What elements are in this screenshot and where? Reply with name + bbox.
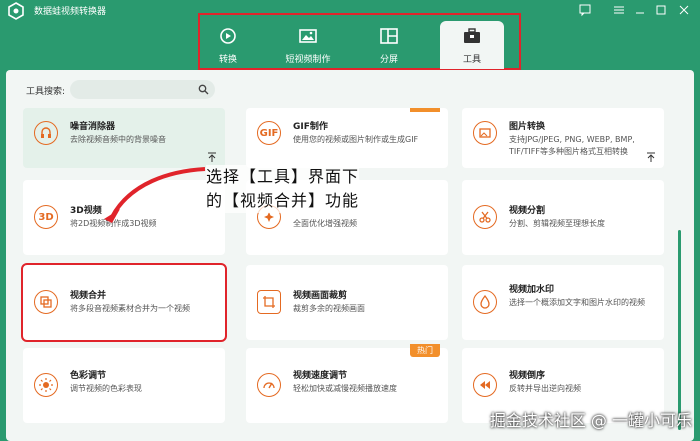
search-label: 工具搜索: <box>26 87 66 97</box>
maximize-icon[interactable] <box>654 3 668 17</box>
minimize-icon[interactable] <box>633 3 647 17</box>
tool-desc: 全面优化增强视频 <box>293 219 357 228</box>
annotation-text: 选择【工具】界面下 的【视频合并】功能 <box>206 165 360 213</box>
tab-label: 转换 <box>218 55 237 65</box>
annotation-line-1: 选择【工具】界面下 <box>206 165 360 189</box>
tool-title: 视频速度调节 <box>293 371 348 381</box>
tool-card-merge[interactable]: 视频合并 将多段音视频素材合并为一个视频 <box>21 263 227 342</box>
tool-title: GIF制作 <box>293 122 328 132</box>
tool-card-color[interactable]: 色彩调节 调节视频的色彩表现 <box>23 348 225 423</box>
crop-icon <box>257 290 281 314</box>
tab-tools[interactable]: 工具 <box>440 21 504 69</box>
tool-card-crop[interactable]: 视频画面裁剪 裁剪多余的视频画面 <box>246 265 448 340</box>
tool-desc: 选择一个概添加文字和图片水印的视频 <box>509 298 645 307</box>
image-icon <box>299 29 317 43</box>
3d-icon: 3D <box>34 205 58 229</box>
tab-short-video[interactable]: 短视频制作 <box>276 21 340 69</box>
close-icon[interactable] <box>677 3 691 17</box>
watermark-icon <box>473 290 497 314</box>
search-input[interactable] <box>78 82 188 97</box>
feedback-icon[interactable] <box>578 3 592 17</box>
split-screen-icon <box>380 28 398 44</box>
annotation-line-2: 的【视频合并】功能 <box>206 189 360 213</box>
tool-card-image-convert[interactable]: 图片转换 支持JPG/JPEG, PNG, WEBP, BMP, TIF/TIF… <box>462 108 664 168</box>
noise-icon <box>34 121 58 145</box>
merge-icon <box>34 290 58 314</box>
hot-badge: 热门 <box>410 344 440 357</box>
tool-desc: 调节视频的色彩表现 <box>70 384 142 393</box>
search-icon[interactable] <box>198 84 209 95</box>
tab-label: 工具 <box>462 55 481 65</box>
tool-card-split[interactable]: 视频分割 分割、剪辑视频至理想长度 <box>462 180 664 255</box>
tab-split-screen[interactable]: 分屏 <box>357 21 421 69</box>
tool-title: 视频分割 <box>509 206 546 216</box>
search-box[interactable] <box>70 80 215 99</box>
tool-desc: 轻松加快或减慢视频播放速度 <box>293 384 397 393</box>
annotation-arrow <box>104 167 206 223</box>
image-convert-icon <box>473 121 497 145</box>
tool-desc: 将多段音视频素材合并为一个视频 <box>70 304 190 313</box>
gif-icon: GIF <box>257 121 281 145</box>
reverse-icon <box>473 373 497 397</box>
tool-title: 噪音消除器 <box>70 122 116 132</box>
watermark-text: 掘金技术社区 @ 一罐小可乐 <box>489 411 692 430</box>
tool-title: 视频倒序 <box>509 371 546 381</box>
tab-label: 分屏 <box>379 55 398 65</box>
toolbox-icon <box>464 28 480 43</box>
tool-title: 视频画面裁剪 <box>293 291 348 301</box>
tool-title: 视频合并 <box>70 291 107 301</box>
speed-icon <box>257 373 281 397</box>
scissors-icon <box>473 205 497 229</box>
app-logo-icon <box>8 2 24 20</box>
tool-desc: 裁剪多余的视频画面 <box>293 304 365 313</box>
tool-title: 图片转换 <box>509 122 546 132</box>
scrollbar[interactable] <box>678 230 681 430</box>
tool-card-gif[interactable]: GIF GIF制作 使用您的视频或图片制作或生成GIF <box>246 108 448 168</box>
color-icon <box>34 373 58 397</box>
app-title: 数据蛙视频转换器 <box>34 7 107 17</box>
hot-badge-strip <box>410 108 440 112</box>
tool-desc: 去除视频音频中的背景噪音 <box>70 135 166 144</box>
pin-top-icon[interactable] <box>207 152 217 162</box>
tool-card-noise-remover[interactable]: 噪音消除器 去除视频音频中的背景噪音 <box>23 108 225 168</box>
tool-card-speed[interactable]: 热门 视频速度调节 轻松加快或减慢视频播放速度 <box>246 344 448 423</box>
tool-title: 视频加水印 <box>509 285 555 295</box>
tool-title: 色彩调节 <box>70 371 107 381</box>
convert-icon <box>220 28 236 44</box>
tool-card-watermark[interactable]: 视频加水印 选择一个概添加文字和图片水印的视频 <box>462 265 664 340</box>
menu-icon[interactable] <box>612 3 626 17</box>
tool-desc: 使用您的视频或图片制作或生成GIF <box>293 135 419 144</box>
tool-desc: 分割、剪辑视频至理想长度 <box>509 219 605 228</box>
tab-label: 短视频制作 <box>285 55 331 65</box>
tool-desc: 反转并导出逆向视频 <box>509 384 581 393</box>
pin-top-icon[interactable] <box>646 152 656 162</box>
tools-panel: 工具搜索: 噪音消除器 去除视频音频中的背景噪音 GIF GIF制作 使用您的视… <box>6 70 694 441</box>
tab-convert[interactable]: 转换 <box>196 21 260 69</box>
tool-desc: 支持JPG/JPEG, PNG, WEBP, BMP, TIF/TIFF等多种图… <box>509 135 635 156</box>
main-nav: 转换 短视频制作 分屏 工具 <box>198 13 521 70</box>
